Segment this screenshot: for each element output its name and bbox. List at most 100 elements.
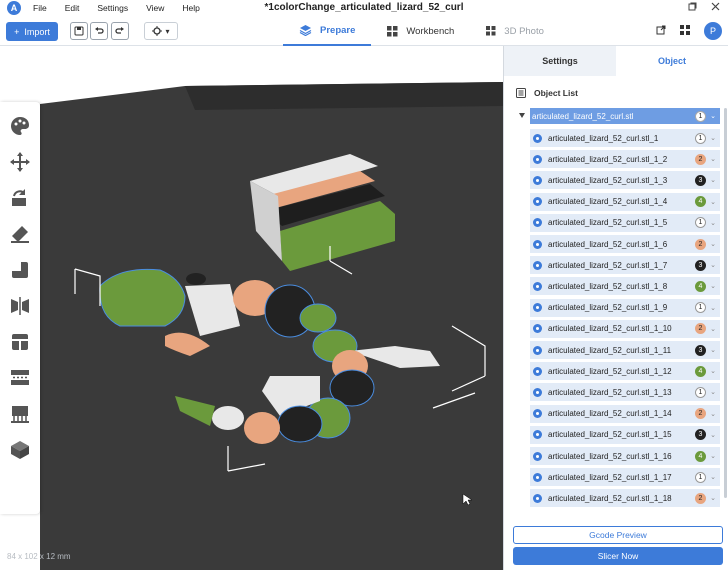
- filament-badge[interactable]: 4: [695, 196, 706, 208]
- object-list-item[interactable]: articulated_lizard_52_curl.stl_1_4 4 ⌄: [530, 192, 720, 211]
- object-name: articulated_lizard_52_curl.stl_1_10: [548, 324, 672, 334]
- filament-badge[interactable]: 1: [695, 132, 706, 144]
- menu-edit[interactable]: Edit: [65, 3, 80, 13]
- menu-file[interactable]: File: [33, 3, 47, 13]
- cut-icon[interactable]: [8, 330, 32, 354]
- close-icon[interactable]: [711, 2, 720, 14]
- filament-badge[interactable]: 4: [695, 280, 706, 292]
- object-name: articulated_lizard_52_curl.stl_1_18: [548, 493, 672, 503]
- slice-now-button[interactable]: Slicer Now: [513, 547, 723, 565]
- chevron-down-icon[interactable]: ⌄: [710, 134, 716, 142]
- object-part-icon: [533, 197, 542, 207]
- object-list-item[interactable]: articulated_lizard_52_curl.stl_1_8 4 ⌄: [530, 277, 720, 296]
- chevron-down-icon[interactable]: ⌄: [710, 282, 716, 290]
- object-list-item[interactable]: articulated_lizard_52_curl.stl_1_7 3 ⌄: [530, 256, 720, 275]
- filament-badge[interactable]: 1: [695, 471, 706, 483]
- undo-button[interactable]: [90, 22, 108, 40]
- object-list-item[interactable]: articulated_lizard_52_curl.stl_1_17 1 ⌄: [530, 468, 720, 487]
- chevron-down-icon[interactable]: ⌄: [710, 325, 716, 333]
- chevron-down-icon[interactable]: ⌄: [710, 473, 716, 481]
- filament-badge[interactable]: 2: [695, 408, 706, 420]
- place-on-face-icon[interactable]: [8, 258, 32, 282]
- chevron-down-icon[interactable]: ⌄: [710, 155, 716, 163]
- restore-icon[interactable]: [688, 2, 697, 14]
- filament-badge[interactable]: 2: [695, 238, 706, 250]
- filament-badge[interactable]: 4: [695, 365, 706, 377]
- filament-badge[interactable]: 1: [695, 217, 706, 229]
- apps-icon[interactable]: [680, 24, 690, 38]
- object-list-item[interactable]: articulated_lizard_52_curl.stl_1_12 4 ⌄: [530, 362, 720, 381]
- object-list-item[interactable]: articulated_lizard_52_curl.stl_1_16 4 ⌄: [530, 447, 720, 465]
- palette-icon[interactable]: [8, 114, 32, 138]
- filament-badge[interactable]: 1: [695, 302, 706, 314]
- import-button[interactable]: + Import: [6, 22, 58, 41]
- chevron-down-icon[interactable]: ⌄: [710, 494, 716, 502]
- object-list-item[interactable]: articulated_lizard_52_curl.stl_1_5 1 ⌄: [530, 213, 720, 232]
- object-list-item[interactable]: articulated_lizard_52_curl.stl_1_9 1 ⌄: [530, 298, 720, 317]
- filament-badge[interactable]: 2: [695, 153, 706, 165]
- filament-badge[interactable]: 2: [695, 323, 706, 335]
- menu-settings[interactable]: Settings: [97, 3, 128, 13]
- object-list-item[interactable]: articulated_lizard_52_curl.stl_1 1 ⌄: [530, 129, 720, 147]
- filament-badge[interactable]: 3: [695, 174, 706, 186]
- filament-badge[interactable]: 3: [695, 429, 706, 441]
- redo-button[interactable]: [111, 22, 129, 40]
- view-mode-dropdown[interactable]: ▾: [144, 22, 178, 40]
- filament-badge[interactable]: 1: [695, 110, 706, 122]
- object-list-item[interactable]: articulated_lizard_52_curl.stl_1_10 2 ⌄: [530, 319, 720, 338]
- object-part-icon: [533, 409, 542, 419]
- tab-workbench[interactable]: Workbench: [371, 16, 470, 46]
- filament-badge[interactable]: 3: [695, 344, 706, 356]
- filament-badge[interactable]: 3: [695, 259, 706, 271]
- 3d-viewport[interactable]: 84 x 102 x 12 mm: [0, 46, 503, 570]
- rotate-icon[interactable]: [8, 186, 32, 210]
- menu-help[interactable]: Help: [182, 3, 199, 13]
- chevron-down-icon[interactable]: ⌄: [710, 431, 716, 439]
- object-list-item[interactable]: articulated_lizard_52_curl.stl_1_13 1 ⌄: [530, 383, 720, 402]
- chevron-down-icon[interactable]: ⌄: [710, 112, 716, 120]
- chevron-down-icon[interactable]: ⌄: [710, 240, 716, 248]
- chevron-down-icon[interactable]: ⌄: [710, 176, 716, 184]
- tab-object[interactable]: Object: [616, 46, 728, 76]
- user-avatar[interactable]: P: [704, 22, 722, 40]
- chevron-down-icon[interactable]: ⌄: [710, 410, 716, 418]
- object-parent-row[interactable]: articulated_lizard_52_curl.stl 1 ⌄: [530, 108, 720, 124]
- filament-badge[interactable]: 1: [695, 386, 706, 398]
- tab-settings[interactable]: Settings: [504, 46, 616, 76]
- object-list-item[interactable]: articulated_lizard_52_curl.stl_1_18 2 ⌄: [530, 489, 720, 508]
- filament-badge[interactable]: 2: [695, 492, 706, 504]
- support-icon[interactable]: [8, 366, 32, 390]
- assembly-icon[interactable]: [8, 438, 32, 462]
- object-list-item[interactable]: articulated_lizard_52_curl.stl_1_11 3 ⌄: [530, 341, 720, 359]
- object-list-item[interactable]: articulated_lizard_52_curl.stl_1_15 3 ⌄: [530, 425, 720, 444]
- chevron-down-icon[interactable]: ⌄: [710, 388, 716, 396]
- object-list-item[interactable]: articulated_lizard_52_curl.stl_1_14 2 ⌄: [530, 404, 720, 423]
- app-logo[interactable]: A: [7, 1, 21, 15]
- external-link-icon[interactable]: [656, 25, 666, 38]
- object-list-item[interactable]: articulated_lizard_52_curl.stl_1_6 2 ⌄: [530, 235, 720, 253]
- chevron-down-icon[interactable]: ⌄: [710, 219, 716, 227]
- object-part-icon: [533, 218, 542, 228]
- chevron-down-icon[interactable]: ⌄: [710, 198, 716, 206]
- move-icon[interactable]: [8, 150, 32, 174]
- gcode-preview-button[interactable]: Gcode Preview: [513, 526, 723, 544]
- chevron-down-icon[interactable]: ⌄: [710, 304, 716, 312]
- object-list-item[interactable]: articulated_lizard_52_curl.stl_1_2 2 ⌄: [530, 150, 720, 169]
- collapse-arrow-icon[interactable]: [519, 113, 525, 118]
- chevron-down-icon[interactable]: ⌄: [710, 346, 716, 354]
- build-plate-scene[interactable]: [0, 46, 503, 570]
- scale-icon[interactable]: [8, 222, 32, 246]
- object-list-scrollbar[interactable]: [724, 108, 727, 498]
- tab-3d-photo[interactable]: 3D Photo: [470, 16, 560, 46]
- seam-icon[interactable]: [8, 402, 32, 426]
- object-list-item[interactable]: articulated_lizard_52_curl.stl_1_3 3 ⌄: [530, 171, 720, 190]
- mirror-icon[interactable]: [8, 294, 32, 318]
- filament-badge[interactable]: 4: [695, 450, 706, 462]
- chevron-down-icon[interactable]: ⌄: [710, 452, 716, 460]
- save-button[interactable]: [70, 22, 88, 40]
- menu-view[interactable]: View: [146, 3, 164, 13]
- chevron-down-icon[interactable]: ⌄: [710, 261, 716, 269]
- toolbar-right: P: [656, 22, 722, 40]
- tab-prepare[interactable]: Prepare: [283, 16, 372, 46]
- chevron-down-icon[interactable]: ⌄: [710, 367, 716, 375]
